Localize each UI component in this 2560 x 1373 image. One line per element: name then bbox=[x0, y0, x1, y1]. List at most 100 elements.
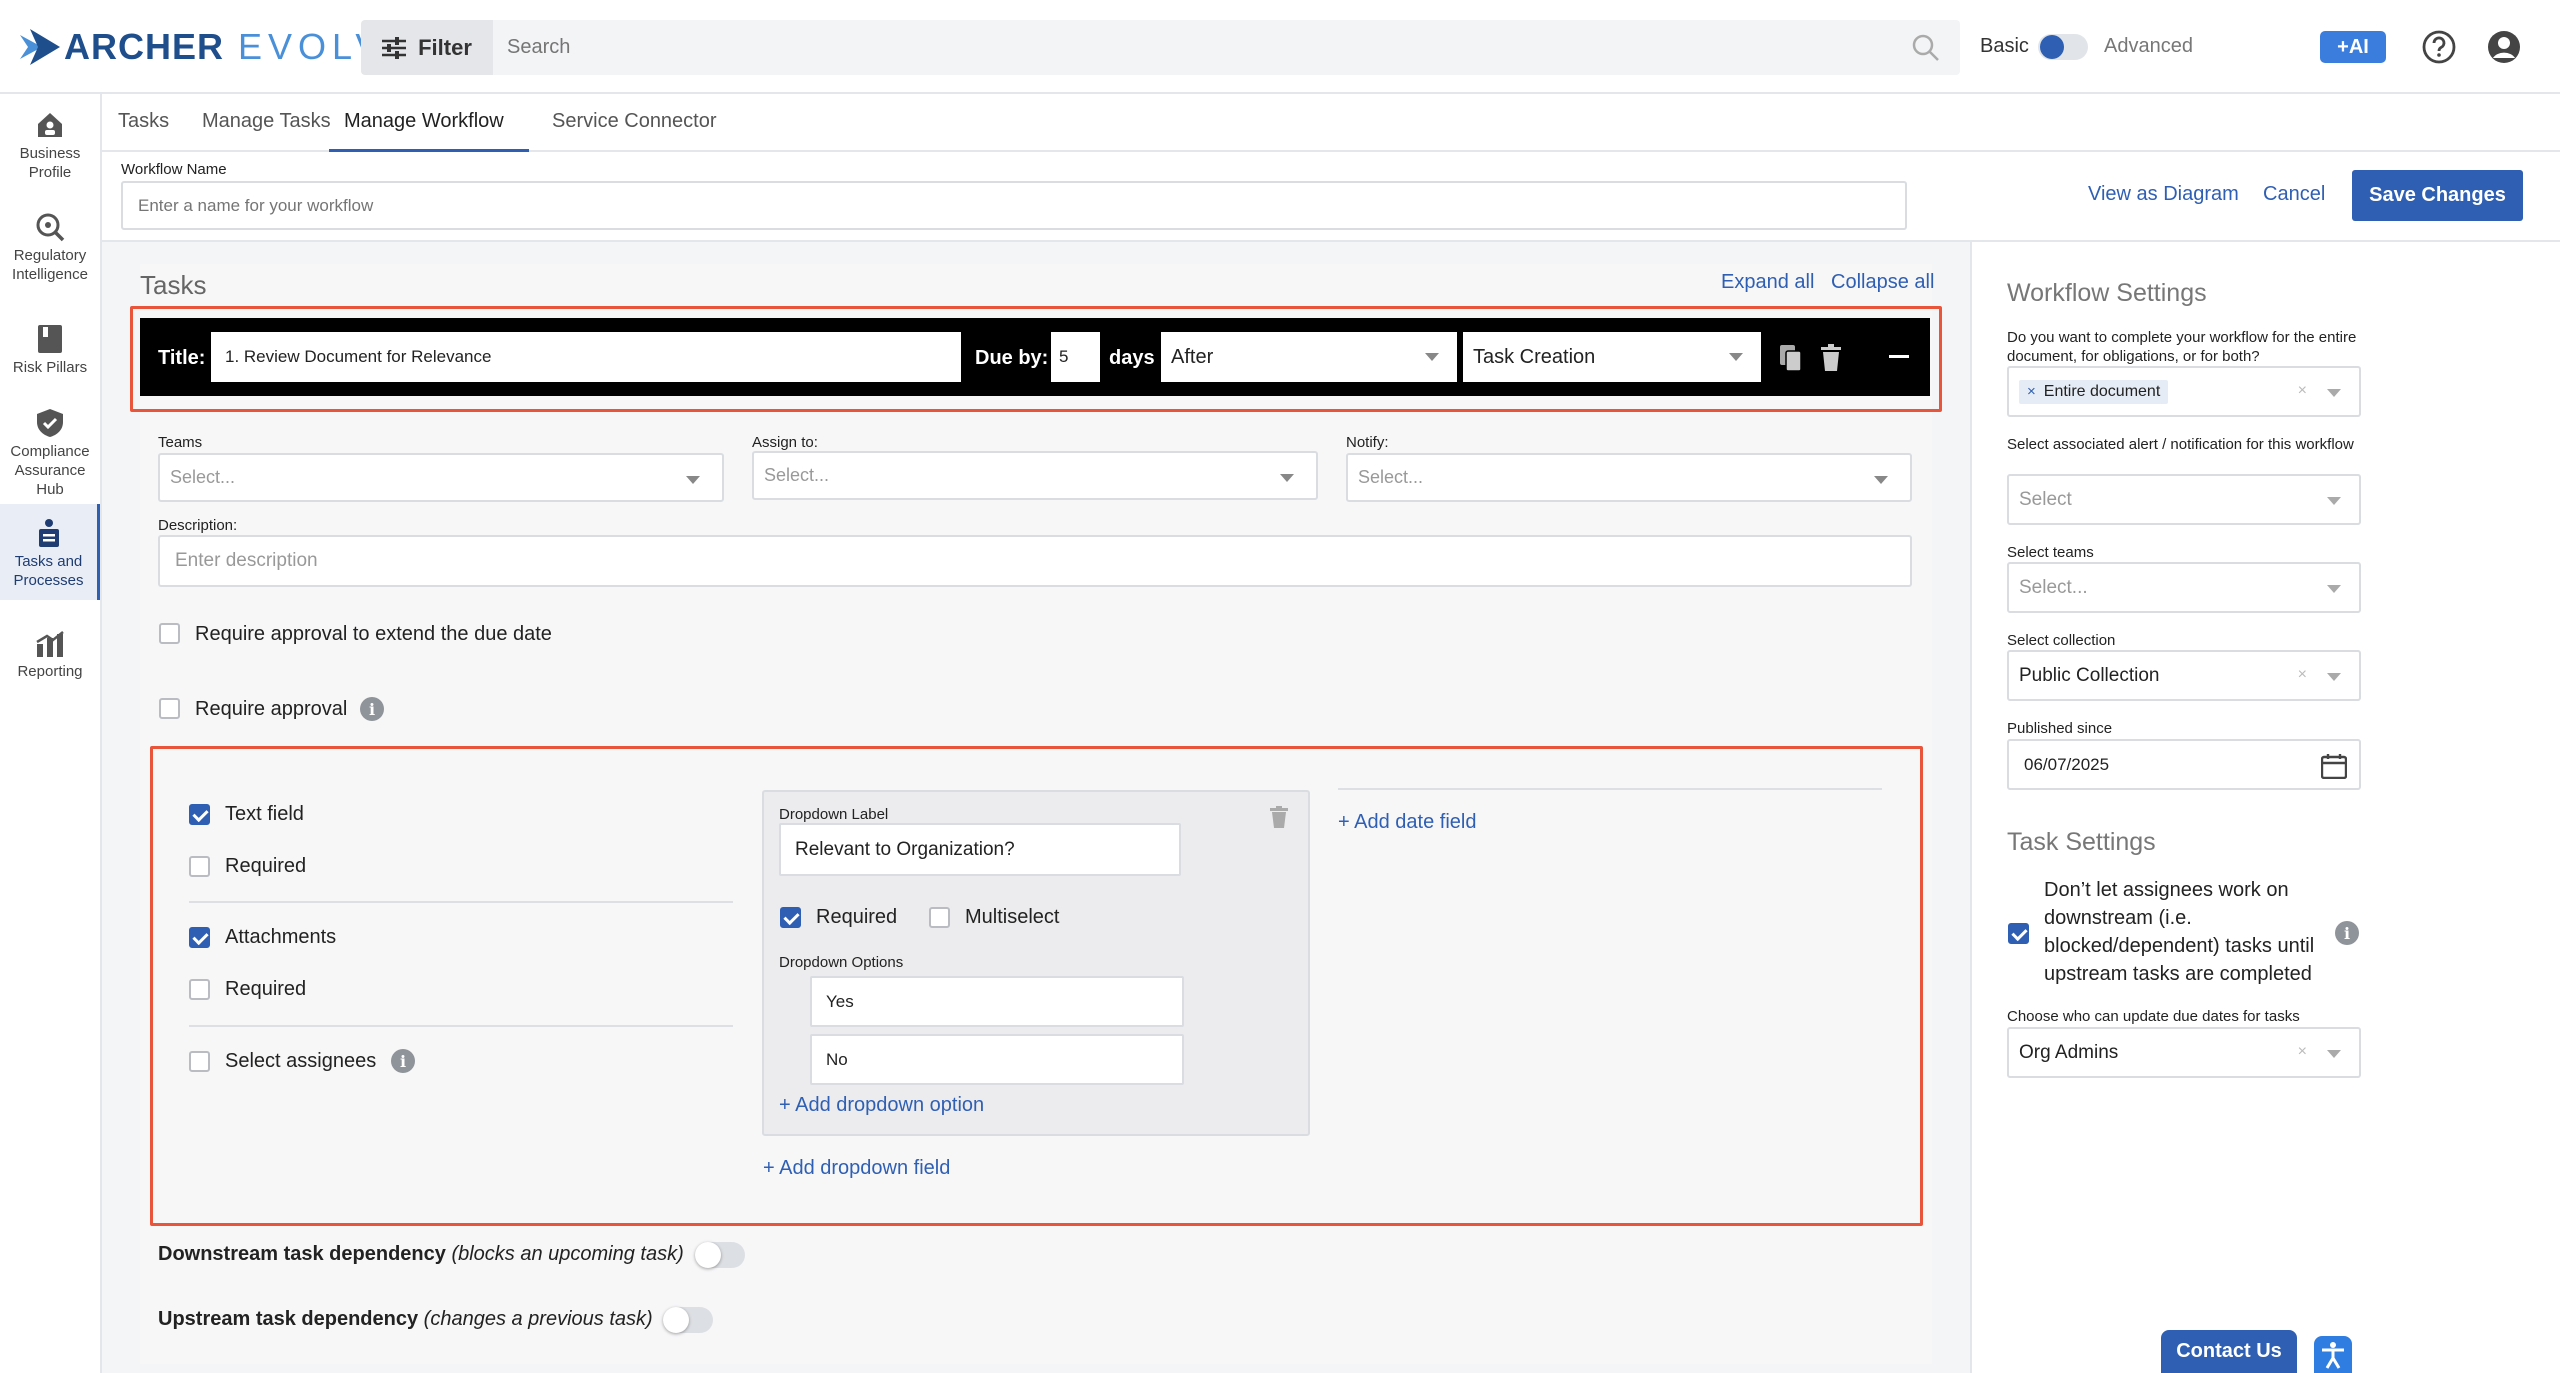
add-date-field-link[interactable]: + Add date field bbox=[1338, 811, 1476, 834]
accessibility-button[interactable] bbox=[2314, 1336, 2352, 1373]
dropdown-options-caption: Dropdown Options bbox=[779, 954, 904, 971]
workflow-name-label: Workflow Name bbox=[121, 161, 227, 178]
select-assignees-label: Select assignees bbox=[225, 1050, 377, 1072]
user-account-icon[interactable] bbox=[2486, 29, 2522, 65]
due-anchor-select[interactable]: Task Creation bbox=[1463, 332, 1761, 382]
nav-item-regulatory-intelligence[interactable]: Regulatory Intelligence bbox=[0, 212, 100, 298]
filter-button[interactable]: Filter bbox=[361, 20, 493, 75]
completion-scope-value: Entire document bbox=[2043, 382, 2161, 400]
left-navigation: Business Profile Regulatory Intelligence… bbox=[0, 94, 102, 1373]
assign-to-select[interactable]: Select... bbox=[752, 451, 1318, 500]
multiselect-label: Multiselect bbox=[965, 906, 1060, 928]
collapse-icon[interactable] bbox=[1889, 355, 1909, 359]
dropdown-required-checkbox[interactable] bbox=[780, 907, 801, 928]
select-assignees-checkbox[interactable] bbox=[189, 1051, 210, 1072]
divider bbox=[189, 1025, 733, 1027]
alert-select[interactable]: Select bbox=[2007, 474, 2361, 525]
dropdown-label-input[interactable]: Relevant to Organization? bbox=[779, 823, 1181, 876]
notify-label: Notify: bbox=[1346, 434, 1389, 451]
duplicate-icon[interactable] bbox=[1779, 344, 1803, 372]
tasks-heading: Tasks bbox=[140, 270, 207, 300]
remove-tag-icon[interactable]: × bbox=[2027, 383, 2036, 400]
clear-icon[interactable]: × bbox=[2298, 382, 2307, 400]
tab-manage-tasks[interactable]: Manage Tasks bbox=[202, 110, 331, 152]
view-as-diagram-link[interactable]: View as Diagram bbox=[2088, 183, 2239, 206]
block-downstream-checkbox[interactable] bbox=[2008, 923, 2029, 944]
task-title-input[interactable]: 1. Review Document for Relevance bbox=[211, 332, 961, 382]
delete-icon[interactable] bbox=[1820, 344, 1842, 372]
require-extend-checkbox[interactable] bbox=[159, 623, 180, 644]
attachments-checkbox[interactable] bbox=[189, 927, 210, 948]
clear-icon[interactable]: × bbox=[2298, 666, 2307, 684]
document-icon bbox=[38, 325, 62, 353]
magnifier-icon bbox=[36, 213, 65, 242]
require-approval-checkbox[interactable] bbox=[159, 698, 180, 719]
chevron-down-icon bbox=[2327, 585, 2341, 593]
contact-us-button[interactable]: Contact Us bbox=[2161, 1330, 2297, 1373]
published-since-date[interactable]: 06/07/2025 bbox=[2007, 739, 2361, 790]
update-due-dates-select[interactable]: Org Admins × bbox=[2007, 1027, 2361, 1078]
tab-tasks[interactable]: Tasks bbox=[118, 110, 169, 152]
notify-select[interactable]: Select... bbox=[1346, 453, 1912, 502]
due-relation-select[interactable]: After bbox=[1161, 332, 1457, 382]
expand-all-link[interactable]: Expand all bbox=[1721, 271, 1814, 294]
info-icon[interactable]: i bbox=[360, 697, 384, 721]
text-field-checkbox[interactable] bbox=[189, 804, 210, 825]
attachments-label: Attachments bbox=[225, 926, 337, 948]
search-input[interactable] bbox=[493, 20, 1873, 75]
dropdown-option-input[interactable]: Yes bbox=[810, 976, 1184, 1027]
ai-button[interactable]: +AI bbox=[2320, 31, 2386, 63]
text-field-label: Text field bbox=[225, 803, 304, 825]
due-days-input[interactable]: 5 bbox=[1051, 332, 1100, 382]
teams-select[interactable]: Select... bbox=[158, 453, 724, 502]
attachments-required-checkbox[interactable] bbox=[189, 979, 210, 1000]
nav-label: Tasks and Processes bbox=[13, 553, 84, 589]
chevron-down-icon bbox=[2327, 389, 2341, 397]
completion-scope-select[interactable]: × Entire document × bbox=[2007, 366, 2361, 417]
nav-item-compliance-assurance-hub[interactable]: Compliance Assurance Hub bbox=[0, 408, 100, 508]
search-mode-toggle[interactable] bbox=[2038, 34, 2088, 60]
archer-evolv-logo[interactable]: ARCHER EVOLV bbox=[20, 26, 385, 67]
search-icon[interactable] bbox=[1912, 34, 1940, 62]
chevron-down-icon bbox=[1425, 353, 1439, 361]
text-field-required-checkbox[interactable] bbox=[189, 856, 210, 877]
add-dropdown-field-link[interactable]: + Add dropdown field bbox=[763, 1157, 950, 1180]
teams-placeholder: Select... bbox=[170, 467, 236, 487]
nav-item-tasks-and-processes[interactable]: Tasks and Processes bbox=[0, 504, 100, 600]
nav-item-reporting[interactable]: Reporting bbox=[0, 630, 100, 700]
chevron-down-icon bbox=[686, 476, 700, 484]
tab-service-connector[interactable]: Service Connector bbox=[552, 110, 717, 152]
update-due-dates-label: Choose who can update due dates for task… bbox=[2007, 1008, 2300, 1025]
block-downstream-label: Don’t let assignees work on downstream (… bbox=[2044, 879, 2315, 985]
alert-placeholder: Select bbox=[2019, 488, 2072, 510]
collapse-all-link[interactable]: Collapse all bbox=[1831, 271, 1934, 294]
tab-manage-workflow[interactable]: Manage Workflow bbox=[329, 110, 529, 152]
info-icon[interactable]: i bbox=[391, 1049, 415, 1073]
save-changes-button[interactable]: Save Changes bbox=[2352, 170, 2523, 221]
select-collection-select[interactable]: Public Collection × bbox=[2007, 650, 2361, 701]
select-collection-label: Select collection bbox=[2007, 632, 2116, 649]
workflow-name-input[interactable] bbox=[121, 181, 1907, 230]
info-icon[interactable]: i bbox=[2335, 921, 2359, 945]
cancel-link[interactable]: Cancel bbox=[2263, 183, 2325, 206]
nav-item-business-profile[interactable]: Business Profile bbox=[0, 110, 100, 196]
delete-dropdown-icon[interactable] bbox=[1270, 806, 1288, 828]
add-dropdown-option-link[interactable]: + Add dropdown option bbox=[779, 1094, 984, 1117]
calendar-icon[interactable] bbox=[2321, 753, 2347, 779]
nav-item-risk-pillars[interactable]: Risk Pillars bbox=[0, 324, 100, 394]
multiselect-checkbox[interactable] bbox=[929, 907, 950, 928]
dropdown-option-input[interactable]: No bbox=[810, 1034, 1184, 1085]
nav-label: Regulatory Intelligence bbox=[12, 247, 88, 283]
description-input[interactable]: Enter description bbox=[158, 535, 1912, 587]
select-teams-select[interactable]: Select... bbox=[2007, 562, 2361, 613]
downstream-dependency-toggle[interactable] bbox=[695, 1242, 745, 1268]
help-icon[interactable] bbox=[2421, 29, 2457, 65]
nav-label: Business Profile bbox=[19, 145, 81, 181]
upstream-label-note: (changes a previous task) bbox=[423, 1308, 653, 1330]
alert-label: Select associated alert / notification f… bbox=[2007, 436, 2354, 453]
description-label: Description: bbox=[158, 517, 238, 534]
upstream-dependency-toggle[interactable] bbox=[663, 1307, 713, 1333]
search-bar[interactable] bbox=[493, 20, 1960, 75]
chevron-down-icon bbox=[1280, 474, 1294, 482]
clear-icon[interactable]: × bbox=[2298, 1043, 2307, 1061]
